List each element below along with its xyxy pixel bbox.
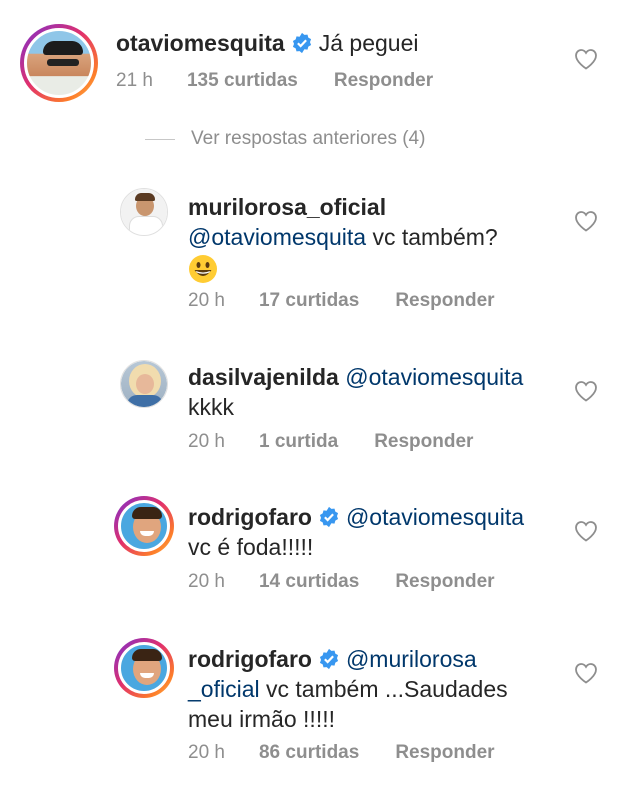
timestamp: 20 h (188, 290, 225, 311)
username[interactable]: otaviomesquita (116, 30, 285, 56)
reply-body: rodrigofaro @otaviomesquita vc é foda!!!!… (188, 502, 524, 562)
comment-body: otaviomesquita Já peguei (116, 28, 418, 58)
likes-count[interactable]: 86 curtidas (259, 742, 359, 763)
comment-otaviomesquita: otaviomesquita Já peguei 21 h 135 curtidas… (0, 0, 634, 110)
reply-rodrigofaro-2: rodrigofaro @murilorosa _oficial vc també… (0, 632, 634, 800)
heart-outline-icon[interactable] (574, 520, 598, 542)
comment-text: Já peguei (318, 30, 419, 56)
avatar-rodrigofaro[interactable] (114, 496, 174, 556)
reply-murilorosa: murilorosa_oficial @otaviomesquita vc ta… (0, 180, 634, 320)
reply-button[interactable]: Responder (334, 70, 433, 91)
divider-line (145, 138, 175, 140)
comment-text: vc também? (372, 224, 498, 250)
reply-button[interactable]: Responder (395, 571, 494, 592)
username[interactable]: murilorosa_oficial (188, 194, 386, 220)
avatar-otaviomesquita[interactable] (20, 24, 98, 102)
avatar-dasilvajenilda[interactable] (120, 360, 168, 408)
reply-button[interactable]: Responder (395, 742, 494, 763)
comment-text: kkkk (188, 394, 234, 420)
heart-outline-icon[interactable] (574, 662, 598, 684)
reply-rodrigofaro-1: rodrigofaro @otaviomesquita vc é foda!!!!… (0, 490, 634, 610)
timestamp: 20 h (188, 571, 225, 592)
username[interactable]: rodrigofaro (188, 504, 312, 530)
reply-meta: 20 h 17 curtidas Responder (188, 290, 531, 312)
reply-button[interactable]: Responder (374, 431, 473, 452)
timestamp: 20 h (188, 431, 225, 452)
comment-text: vc é foda!!!!! (188, 534, 314, 560)
mention-link[interactable]: @murilorosa (346, 646, 477, 672)
verified-badge-icon (319, 506, 339, 528)
reply-button[interactable]: Responder (395, 290, 494, 311)
reply-meta: 20 h 14 curtidas Responder (188, 571, 531, 593)
mention-link[interactable]: @otaviomesquita (346, 504, 524, 530)
view-previous-replies-label[interactable]: Ver respostas anteriores (4) (191, 128, 425, 150)
likes-count[interactable]: 135 curtidas (187, 70, 298, 91)
timestamp: 20 h (188, 742, 225, 763)
comment-text-line2: meu irmão !!!!! (188, 706, 335, 732)
reply-body: dasilvajenilda @otaviomesquita kkkk (188, 362, 523, 422)
username[interactable]: rodrigofaro (188, 646, 312, 672)
avatar-murilorosa[interactable] (120, 188, 168, 236)
comment-text: vc também ...Saudades (266, 676, 508, 702)
mention-link[interactable]: @otaviomesquita (188, 224, 366, 250)
likes-count[interactable]: 14 curtidas (259, 571, 359, 592)
likes-count[interactable]: 17 curtidas (259, 290, 359, 311)
reply-body: rodrigofaro @murilorosa _oficial vc també… (188, 644, 508, 734)
verified-badge-icon (292, 32, 311, 54)
reply-meta: 20 h 86 curtidas Responder (188, 742, 531, 764)
mention-link[interactable]: @otaviomesquita (345, 364, 523, 390)
likes-count[interactable]: 1 curtida (259, 431, 338, 452)
heart-outline-icon[interactable] (574, 380, 598, 402)
view-previous-replies[interactable]: Ver respostas anteriores (4) (145, 128, 425, 150)
heart-outline-icon[interactable] (574, 48, 598, 70)
reply-dasilvajenilda: dasilvajenilda @otaviomesquita kkkk 20 h… (0, 350, 634, 460)
verified-badge-icon (319, 648, 339, 670)
avatar-rodrigofaro[interactable] (114, 638, 174, 698)
reply-meta: 20 h 1 curtida Responder (188, 431, 509, 453)
username[interactable]: dasilvajenilda (188, 364, 339, 390)
heart-outline-icon[interactable] (574, 210, 598, 232)
comment-meta: 21 h 135 curtidas Responder (116, 70, 469, 92)
timestamp: 21 h (116, 70, 153, 91)
reply-body: murilorosa_oficial @otaviomesquita vc ta… (188, 192, 498, 291)
mention-link-continued[interactable]: _oficial (188, 676, 260, 702)
grinning-face-emoji (189, 255, 217, 283)
